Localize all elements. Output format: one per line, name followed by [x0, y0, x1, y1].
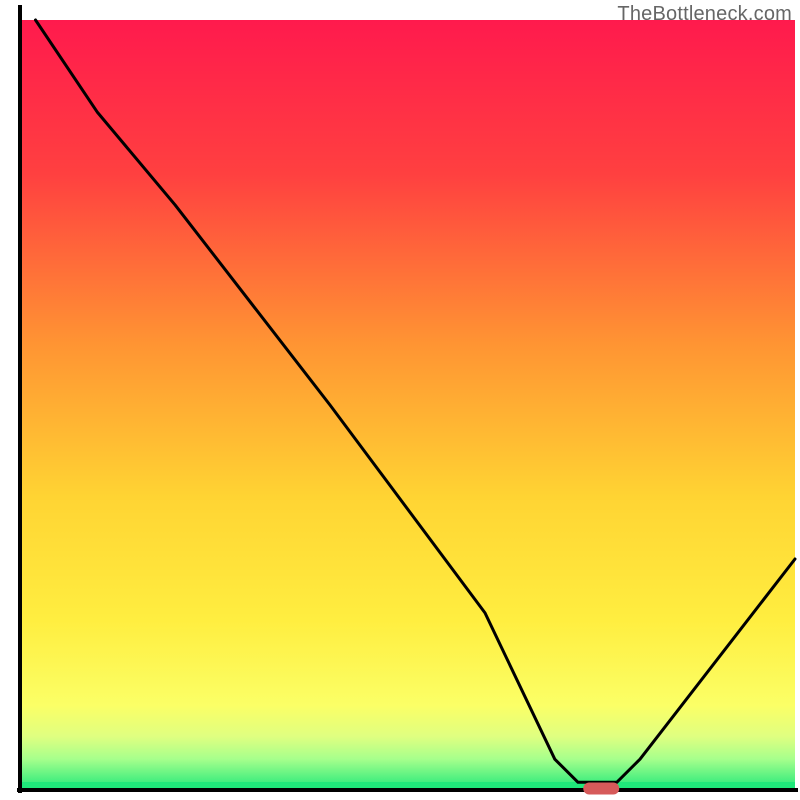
chart-canvas	[0, 0, 800, 800]
watermark-text: TheBottleneck.com	[617, 3, 792, 26]
gradient-background	[20, 20, 795, 790]
bottleneck-chart: TheBottleneck.com	[0, 0, 800, 800]
optimal-marker	[583, 782, 619, 794]
